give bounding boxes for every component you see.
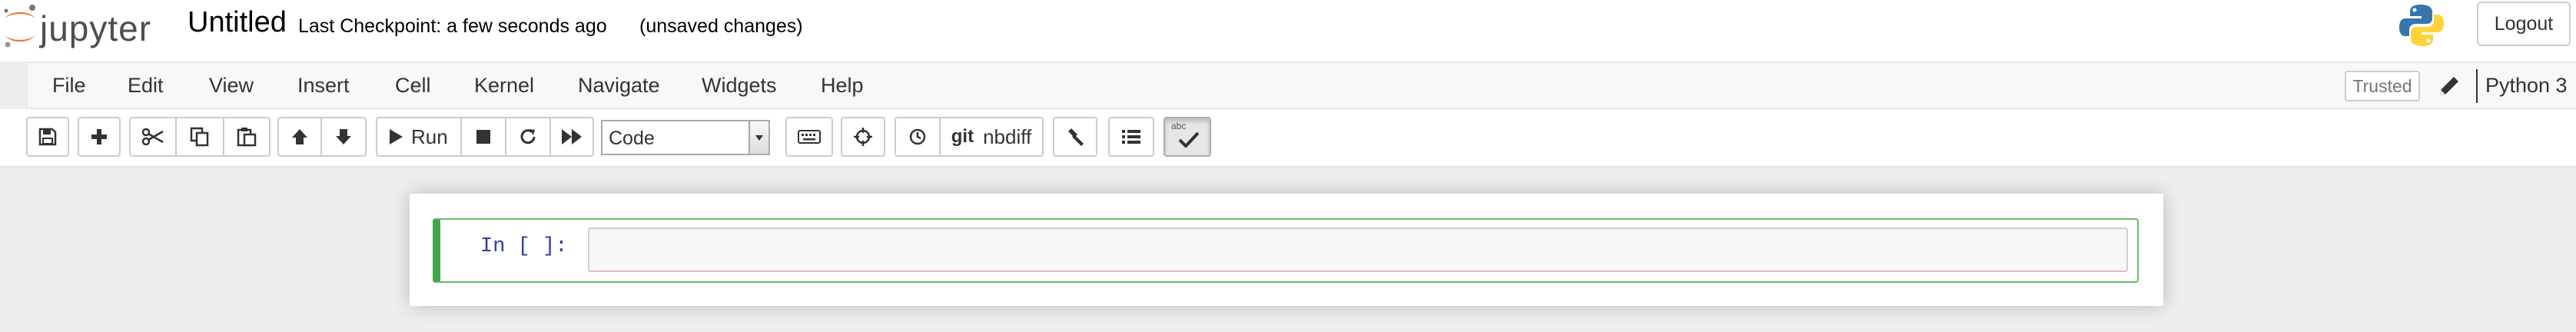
notebook-container: In [ ]: (410, 194, 2163, 306)
save-icon (38, 128, 57, 146)
menu-help[interactable]: Help (821, 74, 864, 98)
interrupt-button[interactable] (462, 117, 506, 157)
crosshairs-button[interactable] (841, 117, 885, 157)
checkpoint-status: Last Checkpoint: a few seconds ago (298, 15, 607, 37)
trusted-badge[interactable]: Trusted (2345, 71, 2420, 101)
nbdiff-label: nbdiff (983, 124, 1032, 148)
plus-icon (91, 129, 107, 144)
spellcheck-label: abc (1171, 121, 1187, 131)
notebook-title[interactable]: Untitled (188, 6, 287, 39)
python-logo-icon (2398, 3, 2445, 48)
crosshairs-icon (854, 128, 872, 146)
kernel-divider (2476, 69, 2478, 103)
jupyter-logo[interactable]: jupyter (0, 3, 169, 49)
refresh-icon (520, 129, 536, 144)
menu-edit[interactable]: Edit (128, 74, 164, 98)
arrow-up-icon (292, 129, 307, 144)
gavel-button[interactable] (1053, 117, 1097, 157)
list-icon (1122, 130, 1140, 144)
menu-kernel[interactable]: Kernel (474, 74, 534, 98)
input-prompt: In [ ]: (480, 235, 568, 258)
header: jupyter Untitled Last Checkpoint: a few … (0, 0, 2576, 61)
copy-button[interactable] (177, 117, 224, 157)
table-of-contents-button[interactable] (1108, 117, 1154, 157)
gavel-icon (1068, 128, 1084, 146)
copy-icon (190, 127, 209, 147)
menu-insert[interactable]: Insert (297, 74, 350, 98)
scissors-icon (141, 128, 164, 145)
run-button[interactable]: Run (376, 117, 462, 157)
check-icon (1179, 131, 1199, 148)
kernel-name[interactable]: Python 3 (2485, 74, 2568, 98)
history-button[interactable] (895, 117, 941, 157)
edit-mode-pencil-icon (2435, 72, 2461, 100)
nbdiff-button[interactable]: git nbdiff (941, 117, 1044, 157)
menu-cell[interactable]: Cell (395, 74, 431, 98)
restart-run-all-button[interactable] (551, 117, 594, 157)
move-down-button[interactable] (322, 117, 367, 157)
restart-kernel-button[interactable] (506, 117, 551, 157)
menu-navigate[interactable]: Navigate (578, 74, 660, 98)
keyboard-icon (798, 130, 821, 144)
logo-text: jupyter (40, 8, 152, 48)
logout-button[interactable]: Logout (2477, 2, 2571, 46)
paste-button[interactable] (224, 117, 271, 157)
menubar: File Edit View Insert Cell Kernel Naviga… (26, 61, 2576, 109)
cell-type-value: Code (609, 128, 655, 149)
clock-icon (909, 128, 926, 145)
select-arrow-icon (749, 121, 768, 154)
jupyter-logo-icon (4, 5, 35, 48)
save-button[interactable] (26, 117, 69, 157)
notebook-site: In [ ]: (0, 168, 2576, 332)
code-cell-editor[interactable] (588, 227, 2128, 272)
play-icon (390, 129, 403, 144)
menu-view[interactable]: View (209, 74, 254, 98)
spellcheck-toggle-button[interactable]: abc (1164, 117, 1211, 157)
save-status: (unsaved changes) (639, 15, 803, 37)
arrow-down-icon (336, 129, 351, 144)
toolbar: Run Code git nbdiff abc (0, 109, 2576, 168)
menu-widgets[interactable]: Widgets (702, 74, 777, 98)
move-up-button[interactable] (277, 117, 322, 157)
menu-file[interactable]: File (52, 74, 86, 98)
code-cell[interactable]: In [ ]: (433, 218, 2139, 283)
cut-button[interactable] (129, 117, 177, 157)
insert-cell-button[interactable] (78, 117, 121, 157)
paste-icon (237, 128, 257, 147)
stop-icon (476, 130, 490, 144)
run-label: Run (411, 124, 448, 148)
command-palette-button[interactable] (785, 117, 833, 157)
cell-type-select[interactable]: Code (601, 120, 770, 155)
fast-forward-icon (562, 129, 582, 144)
git-label: git (951, 126, 974, 147)
